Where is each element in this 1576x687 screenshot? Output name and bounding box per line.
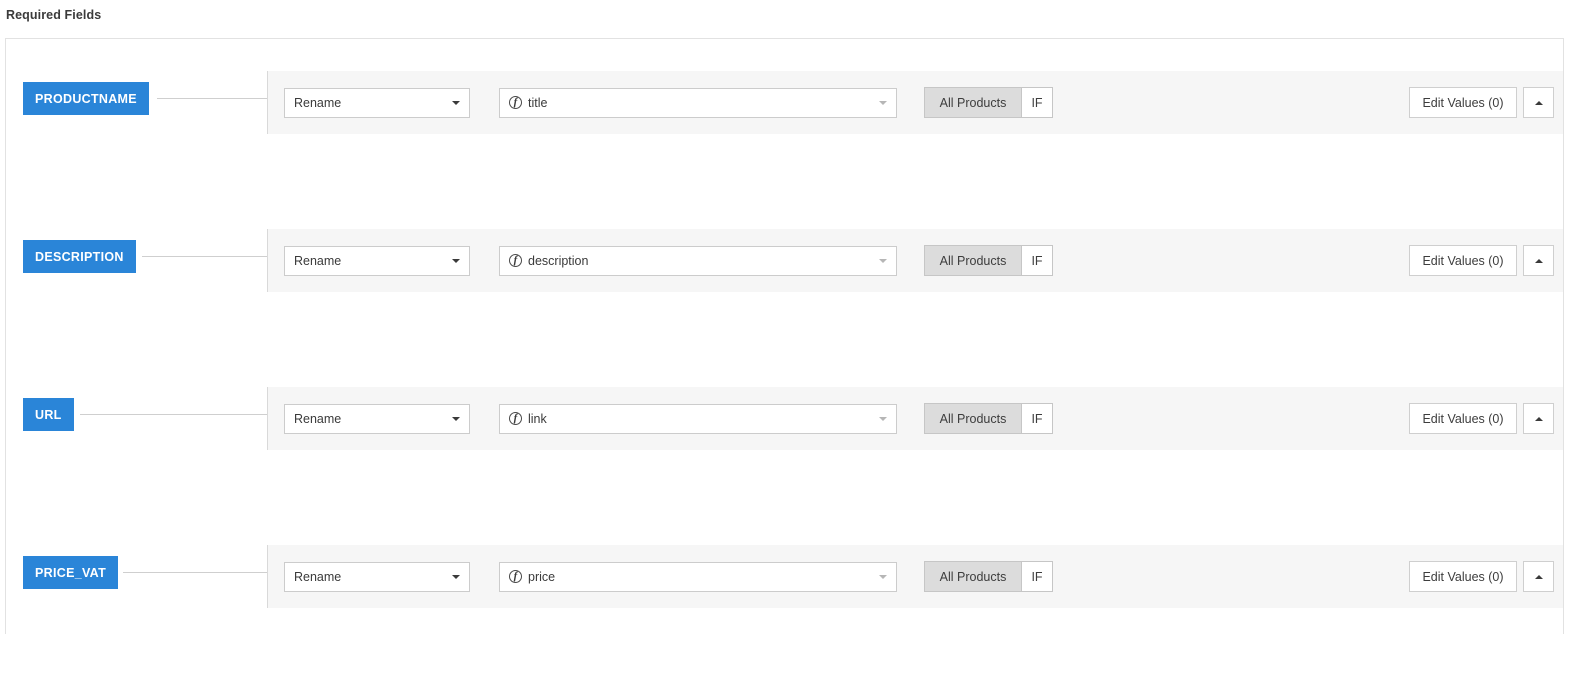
action-select-value: Rename [294,254,341,268]
field-mapping-row: URL Rename f link All Products IF [6,371,1563,529]
scope-if-button[interactable]: IF [1021,245,1053,276]
row-controls-strip: Rename f description All Products IF Edi… [267,229,1563,292]
field-mapping-row: PRICE_VAT Rename f price All Products IF [6,529,1563,687]
action-select[interactable]: Rename [284,404,470,434]
scope-all-products-button[interactable]: All Products [924,561,1021,592]
collapse-row-button[interactable] [1523,403,1554,434]
action-select-value: Rename [294,570,341,584]
scope-all-products-button[interactable]: All Products [924,87,1021,118]
row-controls-strip: Rename f price All Products IF Edit Valu… [267,545,1563,608]
scope-if-button[interactable]: IF [1021,87,1053,118]
field-chip-url[interactable]: URL [23,398,74,431]
scope-button-group: All Products IF [924,403,1053,434]
edit-values-button[interactable]: Edit Values (0) [1409,403,1517,434]
chevron-down-icon [452,575,460,579]
source-field-select[interactable]: f price [499,562,897,592]
field-chip-label: DESCRIPTION [35,250,124,264]
scope-all-products-label: All Products [940,412,1007,426]
chevron-down-icon [452,417,460,421]
edit-values-label: Edit Values (0) [1422,412,1503,426]
chevron-down-icon [879,101,887,105]
edit-values-label: Edit Values (0) [1422,254,1503,268]
action-select[interactable]: Rename [284,246,470,276]
chevron-down-icon [879,259,887,263]
scope-all-products-label: All Products [940,570,1007,584]
source-field-value: price [528,570,555,584]
edit-values-button[interactable]: Edit Values (0) [1409,561,1517,592]
chevron-up-icon [1535,259,1543,263]
row-controls-strip: Rename f link All Products IF Edit Value… [267,387,1563,450]
scope-button-group: All Products IF [924,87,1053,118]
scope-button-group: All Products IF [924,561,1053,592]
scope-all-products-label: All Products [940,254,1007,268]
row-actions: Edit Values (0) [1409,87,1554,118]
field-chip-label: PRICE_VAT [35,566,106,580]
action-select-value: Rename [294,96,341,110]
required-fields-panel: PRODUCTNAME Rename f title All Products … [5,38,1564,634]
chevron-down-icon [452,101,460,105]
chevron-down-icon [879,417,887,421]
row-actions: Edit Values (0) [1409,403,1554,434]
edit-values-label: Edit Values (0) [1422,96,1503,110]
field-chip-label: URL [35,408,62,422]
chevron-down-icon [879,575,887,579]
row-actions: Edit Values (0) [1409,245,1554,276]
connector-line [157,98,268,99]
scope-all-products-label: All Products [940,96,1007,110]
function-fx-icon: f [509,254,522,267]
field-mapping-row: DESCRIPTION Rename f description All Pro… [6,213,1563,371]
row-actions: Edit Values (0) [1409,561,1554,592]
action-select[interactable]: Rename [284,562,470,592]
scope-all-products-button[interactable]: All Products [924,403,1021,434]
scope-if-label: IF [1031,96,1042,110]
chevron-down-icon [452,259,460,263]
scope-if-label: IF [1031,254,1042,268]
collapse-row-button[interactable] [1523,561,1554,592]
scope-if-button[interactable]: IF [1021,561,1053,592]
chevron-up-icon [1535,575,1543,579]
field-chip-label: PRODUCTNAME [35,92,137,106]
collapse-row-button[interactable] [1523,87,1554,118]
connector-line [142,256,268,257]
function-fx-icon: f [509,96,522,109]
function-fx-icon: f [509,570,522,583]
edit-values-label: Edit Values (0) [1422,570,1503,584]
source-field-value: description [528,254,588,268]
row-controls-strip: Rename f title All Products IF Edit Valu… [267,71,1563,134]
action-select-value: Rename [294,412,341,426]
scope-button-group: All Products IF [924,245,1053,276]
collapse-row-button[interactable] [1523,245,1554,276]
action-select[interactable]: Rename [284,88,470,118]
connector-line [123,572,268,573]
source-field-value: title [528,96,547,110]
field-mapping-row: PRODUCTNAME Rename f title All Products … [6,55,1563,213]
chevron-up-icon [1535,417,1543,421]
field-chip-price-vat[interactable]: PRICE_VAT [23,556,118,589]
scope-if-button[interactable]: IF [1021,403,1053,434]
scope-if-label: IF [1031,570,1042,584]
connector-line [80,414,268,415]
field-chip-productname[interactable]: PRODUCTNAME [23,82,149,115]
source-field-select[interactable]: f link [499,404,897,434]
source-field-select[interactable]: f title [499,88,897,118]
edit-values-button[interactable]: Edit Values (0) [1409,245,1517,276]
edit-values-button[interactable]: Edit Values (0) [1409,87,1517,118]
source-field-select[interactable]: f description [499,246,897,276]
page-title: Required Fields [6,6,101,24]
field-chip-description[interactable]: DESCRIPTION [23,240,136,273]
chevron-up-icon [1535,101,1543,105]
scope-if-label: IF [1031,412,1042,426]
function-fx-icon: f [509,412,522,425]
source-field-value: link [528,412,547,426]
scope-all-products-button[interactable]: All Products [924,245,1021,276]
